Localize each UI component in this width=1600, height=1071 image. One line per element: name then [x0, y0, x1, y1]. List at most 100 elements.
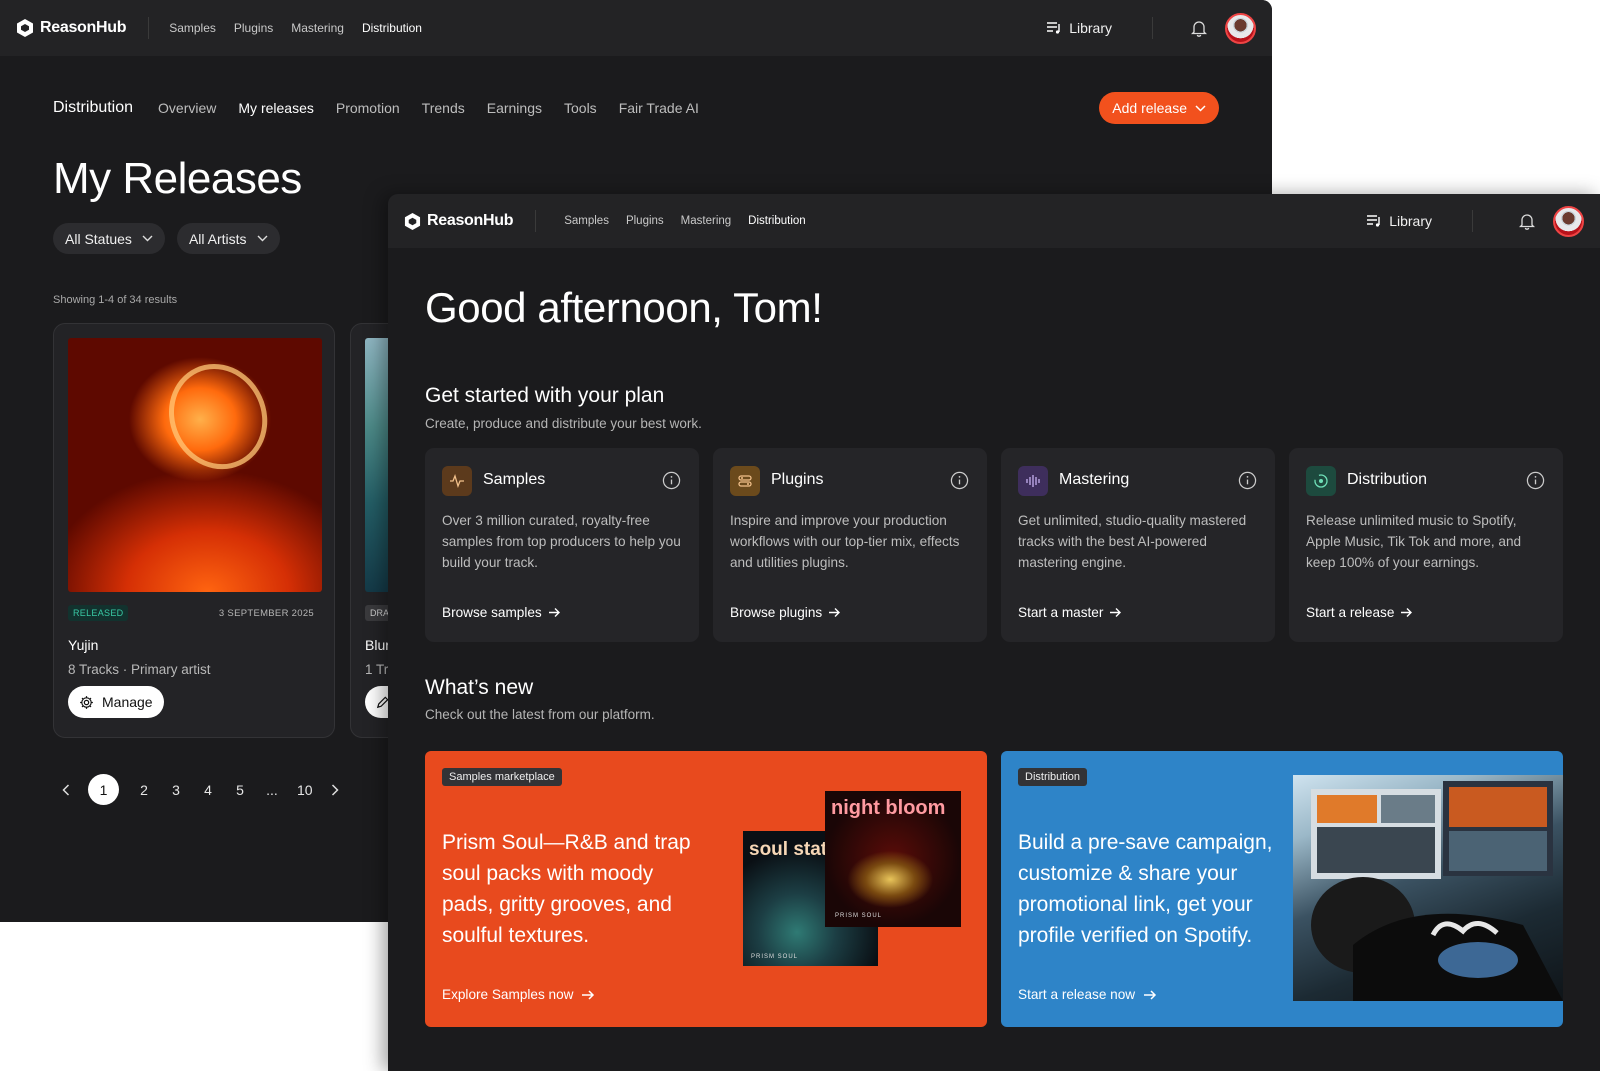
- add-release-button[interactable]: Add release: [1099, 92, 1219, 124]
- manage-button[interactable]: Manage: [68, 686, 164, 718]
- page-5[interactable]: 5: [233, 782, 247, 798]
- page-2[interactable]: 2: [137, 782, 151, 798]
- release-artwork: [68, 338, 322, 592]
- divider: [1152, 17, 1153, 39]
- arrow-right-icon: [1144, 989, 1157, 1000]
- bell-icon[interactable]: [1191, 20, 1207, 37]
- promo-card-samples[interactable]: Samples marketplace Prism Soul—R&B and t…: [425, 751, 987, 1027]
- promo-text: Build a pre-save campaign, customize & s…: [1018, 831, 1273, 947]
- arrow-right-icon: [1110, 608, 1122, 617]
- reasonhub-logo-icon: [404, 212, 421, 230]
- release-card[interactable]: RELEASED 3 SEPTEMBER 2025 Yujin 8 Tracks…: [53, 323, 335, 738]
- start-release-now-link[interactable]: Start a release now: [1018, 987, 1157, 1002]
- promo-card-distribution[interactable]: Distribution Build a pre-save campaign, …: [1001, 751, 1563, 1027]
- top-navbar: ReasonHub Samples Plugins Mastering Dist…: [388, 194, 1600, 248]
- browse-plugins-link[interactable]: Browse plugins: [730, 605, 841, 620]
- start-release-link[interactable]: Start a release: [1306, 605, 1413, 620]
- brand-logo[interactable]: ReasonHub: [16, 18, 127, 38]
- nav-mastering[interactable]: Mastering: [681, 215, 732, 227]
- page-10[interactable]: 10: [297, 782, 313, 798]
- product-description: Get unlimited, studio-quality mastered t…: [1018, 513, 1247, 570]
- top-navbar: ReasonHub Samples Plugins Mastering Dist…: [0, 0, 1272, 56]
- chevron-left-icon[interactable]: [62, 783, 70, 796]
- divider: [148, 17, 150, 39]
- plan-section-subtitle: Create, produce and distribute your best…: [425, 416, 702, 431]
- info-icon[interactable]: [1238, 471, 1257, 490]
- chevron-down-icon: [257, 235, 268, 242]
- product-description: Over 3 million curated, royalty-free sam…: [442, 513, 681, 570]
- nav-distribution[interactable]: Distribution: [748, 215, 806, 227]
- link-label: Start a release: [1306, 605, 1395, 620]
- dashboard-window: ReasonHub Samples Plugins Mastering Dist…: [388, 194, 1600, 1071]
- link-label: Start a master: [1018, 605, 1104, 620]
- product-title: Mastering: [1059, 471, 1130, 488]
- chevron-down-icon: [142, 235, 153, 242]
- library-label: Library: [1389, 213, 1432, 229]
- distribution-icon: [1306, 466, 1336, 496]
- release-meta: 8 Tracks · Primary artist: [68, 662, 211, 677]
- library-label: Library: [1069, 20, 1112, 36]
- arrow-right-icon: [548, 608, 560, 617]
- library-button[interactable]: Library: [1046, 20, 1112, 36]
- user-avatar[interactable]: [1553, 205, 1584, 237]
- studio-scene-image: [1311, 781, 1563, 1001]
- page-3[interactable]: 3: [169, 782, 183, 798]
- nav-plugins[interactable]: Plugins: [626, 215, 664, 227]
- info-icon[interactable]: [1526, 471, 1545, 490]
- arrow-right-icon: [1401, 608, 1413, 617]
- link-label: Browse samples: [442, 605, 542, 620]
- whats-new-subtitle: Check out the latest from our platform.: [425, 707, 655, 722]
- top-nav-links: Samples Plugins Mastering Distribution: [169, 21, 422, 35]
- arrow-right-icon: [829, 608, 841, 617]
- reasonhub-logo-icon: [17, 19, 33, 37]
- page-4[interactable]: 4: [201, 782, 215, 798]
- nav-samples[interactable]: Samples: [169, 21, 216, 35]
- product-card-distribution[interactable]: Distribution Release unlimited music to …: [1289, 448, 1563, 642]
- divider: [1472, 210, 1473, 232]
- nav-distribution[interactable]: Distribution: [362, 21, 422, 35]
- brand-logo[interactable]: ReasonHub: [404, 212, 514, 231]
- bell-icon[interactable]: [1519, 213, 1535, 230]
- tab-fair-trade-ai[interactable]: Fair Trade AI: [619, 100, 699, 116]
- tab-my-releases[interactable]: My releases: [238, 100, 313, 116]
- info-icon[interactable]: [950, 471, 969, 490]
- tab-promotion[interactable]: Promotion: [336, 100, 400, 116]
- user-avatar[interactable]: [1225, 12, 1256, 44]
- product-title: Plugins: [771, 471, 824, 488]
- tab-overview[interactable]: Overview: [158, 100, 216, 116]
- tab-earnings[interactable]: Earnings: [487, 100, 542, 116]
- product-card-mastering[interactable]: Mastering Get unlimited, studio-quality …: [1001, 448, 1275, 642]
- start-master-link[interactable]: Start a master: [1018, 605, 1122, 620]
- product-title: Samples: [483, 471, 546, 488]
- artist-filter-label: All Artists: [188, 230, 247, 247]
- library-icon: [1367, 215, 1380, 227]
- chevron-right-icon[interactable]: [331, 783, 339, 796]
- subnav-tabs: Overview My releases Promotion Trends Ea…: [158, 100, 699, 116]
- tab-trends[interactable]: Trends: [422, 100, 465, 116]
- page-1[interactable]: 1: [88, 774, 119, 805]
- greeting-heading: Good afternoon, Tom!: [425, 284, 823, 331]
- section-title: Distribution: [53, 99, 134, 116]
- nav-mastering[interactable]: Mastering: [291, 21, 344, 35]
- library-button[interactable]: Library: [1366, 213, 1432, 229]
- brand-name: ReasonHub: [40, 19, 127, 36]
- tab-tools[interactable]: Tools: [564, 100, 597, 116]
- artist-filter[interactable]: All Artists: [176, 223, 280, 254]
- release-title: Yujin: [68, 637, 99, 653]
- explore-samples-link[interactable]: Explore Samples now: [442, 987, 595, 1002]
- nav-samples[interactable]: Samples: [564, 215, 609, 227]
- manage-label: Manage: [102, 694, 153, 710]
- info-icon[interactable]: [662, 471, 681, 490]
- cta-label: Explore Samples now: [442, 987, 574, 1002]
- product-card-samples[interactable]: Samples Over 3 million curated, royalty-…: [425, 448, 699, 642]
- plan-section-title: Get started with your plan: [425, 384, 665, 407]
- browse-samples-link[interactable]: Browse samples: [442, 605, 561, 620]
- release-meta: 1 Tr: [365, 662, 389, 677]
- status-filter[interactable]: All Statues: [53, 223, 165, 254]
- pagination: 1 2 3 4 5 ... 10: [62, 774, 339, 805]
- product-description: Release unlimited music to Spotify, Appl…: [1306, 513, 1522, 570]
- nav-plugins[interactable]: Plugins: [234, 21, 273, 35]
- product-card-plugins[interactable]: Plugins Inspire and improve your product…: [713, 448, 987, 642]
- top-nav-links: Samples Plugins Mastering Distribution: [564, 215, 806, 227]
- page-title: My Releases: [53, 154, 302, 203]
